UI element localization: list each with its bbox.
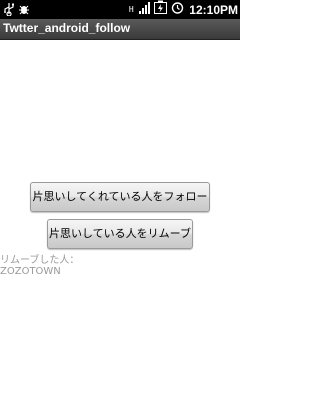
signal-icon: [139, 1, 151, 18]
removed-users-label: リムーブした人：: [0, 255, 80, 266]
removed-user-name: ZOZOTOWN: [0, 266, 61, 277]
alarm-icon: [171, 1, 184, 18]
app-title: Twtter_android_follow: [3, 21, 131, 35]
status-clock: 12:10PM: [189, 2, 238, 17]
app-title-bar: Twtter_android_follow: [0, 19, 240, 40]
status-system-icons: H 12:10PM: [126, 0, 238, 19]
status-notifications: [3, 2, 30, 20]
debug-icon: [18, 2, 30, 20]
remove-one-sided-button[interactable]: 片思いしている人をリムーブ: [47, 219, 193, 249]
removed-users-section: リムーブした人： ZOZOTOWN: [0, 255, 79, 277]
battery-charging-icon: [154, 0, 168, 19]
follow-back-button[interactable]: 片思いしてくれている人をフォロー: [30, 182, 210, 212]
status-bar: H 12:10PM: [0, 0, 240, 19]
usb-icon: [3, 2, 15, 20]
network-type-badge: H: [128, 5, 134, 14]
